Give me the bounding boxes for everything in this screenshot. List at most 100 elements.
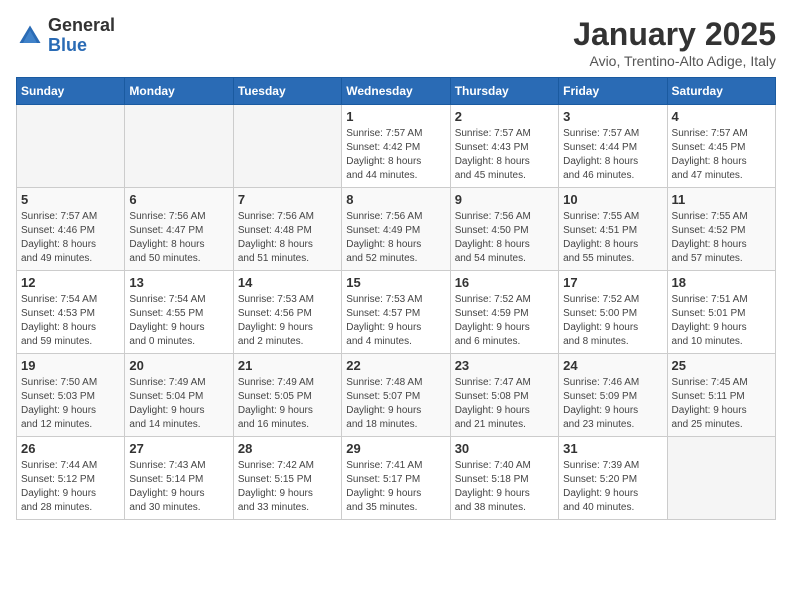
day-number: 12 <box>21 275 120 290</box>
day-number: 21 <box>238 358 337 373</box>
day-number: 8 <box>346 192 445 207</box>
day-info: Sunrise: 7:57 AM Sunset: 4:42 PM Dayligh… <box>346 127 445 183</box>
day-number: 31 <box>563 441 662 456</box>
weekday-tuesday: Tuesday <box>233 78 341 105</box>
day-number: 11 <box>672 192 771 207</box>
calendar-cell: 1 Sunrise: 7:57 AM Sunset: 4:42 PM Daylig… <box>342 105 450 188</box>
day-number: 24 <box>563 358 662 373</box>
calendar-cell <box>125 105 233 188</box>
calendar-cell: 26 Sunrise: 7:44 AM Sunset: 5:12 PM Dayli… <box>17 437 125 520</box>
calendar-cell: 29Sunrise: 7:41 AM Sunset: 5:17 PM Dayli… <box>342 437 450 520</box>
day-number: 9 <box>455 192 554 207</box>
day-number: 17 <box>563 275 662 290</box>
day-info: Sunrise: 7:55 AM Sunset: 4:52 PM Dayligh… <box>672 210 771 266</box>
calendar-subtitle: Avio, Trentino-Alto Adige, Italy <box>573 53 776 69</box>
calendar-cell: 28 Sunrise: 7:42 AM Sunset: 5:15 PM Dayli… <box>233 437 341 520</box>
day-number: 10 <box>563 192 662 207</box>
calendar-cell: 7 Sunrise: 7:56 AM Sunset: 4:48 PM Daylig… <box>233 188 341 271</box>
day-info: Sunrise: 7:54 AM Sunset: 4:53 PM Dayligh… <box>21 293 120 349</box>
day-info: Sunrise: 7:40 AM Sunset: 5:18 PM Dayligh… <box>455 459 554 515</box>
day-number: 20 <box>129 358 228 373</box>
day-number: 22 <box>346 358 445 373</box>
day-number: 26 <box>21 441 120 456</box>
day-info: Sunrise: 7:43 AM Sunset: 5:14 PM Dayligh… <box>129 459 228 515</box>
day-info: Sunrise: 7:48 AM Sunset: 5:07 PM Dayligh… <box>346 376 445 432</box>
day-number: 5 <box>21 192 120 207</box>
weekday-header-row: SundayMondayTuesdayWednesdayThursdayFrid… <box>17 78 776 105</box>
logo-text: General Blue <box>48 16 115 56</box>
calendar-cell: 20 Sunrise: 7:49 AM Sunset: 5:04 PM Dayli… <box>125 354 233 437</box>
calendar-cell: 15Sunrise: 7:53 AM Sunset: 4:57 PM Dayli… <box>342 271 450 354</box>
calendar-cell: 21 Sunrise: 7:49 AM Sunset: 5:05 PM Dayli… <box>233 354 341 437</box>
calendar-cell: 22 Sunrise: 7:48 AM Sunset: 5:07 PM Dayli… <box>342 354 450 437</box>
calendar-cell: 9 Sunrise: 7:56 AM Sunset: 4:50 PM Daylig… <box>450 188 558 271</box>
day-number: 1 <box>346 109 445 124</box>
day-number: 13 <box>129 275 228 290</box>
day-number: 7 <box>238 192 337 207</box>
calendar-cell: 10Sunrise: 7:55 AM Sunset: 4:51 PM Dayli… <box>559 188 667 271</box>
day-info: Sunrise: 7:39 AM Sunset: 5:20 PM Dayligh… <box>563 459 662 515</box>
calendar-cell: 17 Sunrise: 7:52 AM Sunset: 5:00 PM Dayli… <box>559 271 667 354</box>
day-number: 2 <box>455 109 554 124</box>
day-info: Sunrise: 7:56 AM Sunset: 4:48 PM Dayligh… <box>238 210 337 266</box>
week-row-1: 1 Sunrise: 7:57 AM Sunset: 4:42 PM Daylig… <box>17 105 776 188</box>
week-row-3: 12 Sunrise: 7:54 AM Sunset: 4:53 PM Dayli… <box>17 271 776 354</box>
calendar-cell: 11 Sunrise: 7:55 AM Sunset: 4:52 PM Dayli… <box>667 188 775 271</box>
day-number: 27 <box>129 441 228 456</box>
day-info: Sunrise: 7:57 AM Sunset: 4:43 PM Dayligh… <box>455 127 554 183</box>
day-number: 28 <box>238 441 337 456</box>
day-number: 25 <box>672 358 771 373</box>
day-number: 18 <box>672 275 771 290</box>
calendar-cell: 12 Sunrise: 7:54 AM Sunset: 4:53 PM Dayli… <box>17 271 125 354</box>
week-row-2: 5 Sunrise: 7:57 AM Sunset: 4:46 PM Daylig… <box>17 188 776 271</box>
calendar-title: January 2025 <box>573 16 776 53</box>
day-number: 3 <box>563 109 662 124</box>
day-info: Sunrise: 7:56 AM Sunset: 4:47 PM Dayligh… <box>129 210 228 266</box>
day-info: Sunrise: 7:50 AM Sunset: 5:03 PM Dayligh… <box>21 376 120 432</box>
logo: General Blue <box>16 16 115 56</box>
day-info: Sunrise: 7:56 AM Sunset: 4:50 PM Dayligh… <box>455 210 554 266</box>
page-header: General Blue January 2025 Avio, Trentino… <box>16 16 776 69</box>
calendar-cell: 6Sunrise: 7:56 AM Sunset: 4:47 PM Daylig… <box>125 188 233 271</box>
weekday-wednesday: Wednesday <box>342 78 450 105</box>
title-block: January 2025 Avio, Trentino-Alto Adige, … <box>573 16 776 69</box>
day-info: Sunrise: 7:53 AM Sunset: 4:56 PM Dayligh… <box>238 293 337 349</box>
day-info: Sunrise: 7:49 AM Sunset: 5:04 PM Dayligh… <box>129 376 228 432</box>
day-info: Sunrise: 7:42 AM Sunset: 5:15 PM Dayligh… <box>238 459 337 515</box>
calendar-cell <box>17 105 125 188</box>
day-number: 23 <box>455 358 554 373</box>
calendar-cell <box>233 105 341 188</box>
day-info: Sunrise: 7:44 AM Sunset: 5:12 PM Dayligh… <box>21 459 120 515</box>
day-info: Sunrise: 7:57 AM Sunset: 4:45 PM Dayligh… <box>672 127 771 183</box>
calendar-cell: 23Sunrise: 7:47 AM Sunset: 5:08 PM Dayli… <box>450 354 558 437</box>
day-info: Sunrise: 7:57 AM Sunset: 4:46 PM Dayligh… <box>21 210 120 266</box>
logo-general: General <box>48 15 115 35</box>
day-info: Sunrise: 7:52 AM Sunset: 4:59 PM Dayligh… <box>455 293 554 349</box>
weekday-sunday: Sunday <box>17 78 125 105</box>
calendar-cell: 27 Sunrise: 7:43 AM Sunset: 5:14 PM Dayli… <box>125 437 233 520</box>
calendar-cell: 25Sunrise: 7:45 AM Sunset: 5:11 PM Dayli… <box>667 354 775 437</box>
calendar-cell: 4 Sunrise: 7:57 AM Sunset: 4:45 PM Daylig… <box>667 105 775 188</box>
logo-blue: Blue <box>48 35 87 55</box>
day-info: Sunrise: 7:51 AM Sunset: 5:01 PM Dayligh… <box>672 293 771 349</box>
week-row-4: 19 Sunrise: 7:50 AM Sunset: 5:03 PM Dayli… <box>17 354 776 437</box>
day-number: 19 <box>21 358 120 373</box>
day-info: Sunrise: 7:49 AM Sunset: 5:05 PM Dayligh… <box>238 376 337 432</box>
day-info: Sunrise: 7:57 AM Sunset: 4:44 PM Dayligh… <box>563 127 662 183</box>
calendar-table: SundayMondayTuesdayWednesdayThursdayFrid… <box>16 77 776 520</box>
day-info: Sunrise: 7:41 AM Sunset: 5:17 PM Dayligh… <box>346 459 445 515</box>
day-number: 14 <box>238 275 337 290</box>
calendar-cell <box>667 437 775 520</box>
day-number: 16 <box>455 275 554 290</box>
calendar-cell: 30 Sunrise: 7:40 AM Sunset: 5:18 PM Dayli… <box>450 437 558 520</box>
calendar-cell: 14 Sunrise: 7:53 AM Sunset: 4:56 PM Dayli… <box>233 271 341 354</box>
day-info: Sunrise: 7:52 AM Sunset: 5:00 PM Dayligh… <box>563 293 662 349</box>
day-info: Sunrise: 7:46 AM Sunset: 5:09 PM Dayligh… <box>563 376 662 432</box>
day-number: 4 <box>672 109 771 124</box>
day-info: Sunrise: 7:54 AM Sunset: 4:55 PM Dayligh… <box>129 293 228 349</box>
calendar-cell: 13 Sunrise: 7:54 AM Sunset: 4:55 PM Dayli… <box>125 271 233 354</box>
calendar-cell: 31 Sunrise: 7:39 AM Sunset: 5:20 PM Dayli… <box>559 437 667 520</box>
calendar-cell: 8Sunrise: 7:56 AM Sunset: 4:49 PM Daylig… <box>342 188 450 271</box>
day-number: 30 <box>455 441 554 456</box>
calendar-cell: 2 Sunrise: 7:57 AM Sunset: 4:43 PM Daylig… <box>450 105 558 188</box>
